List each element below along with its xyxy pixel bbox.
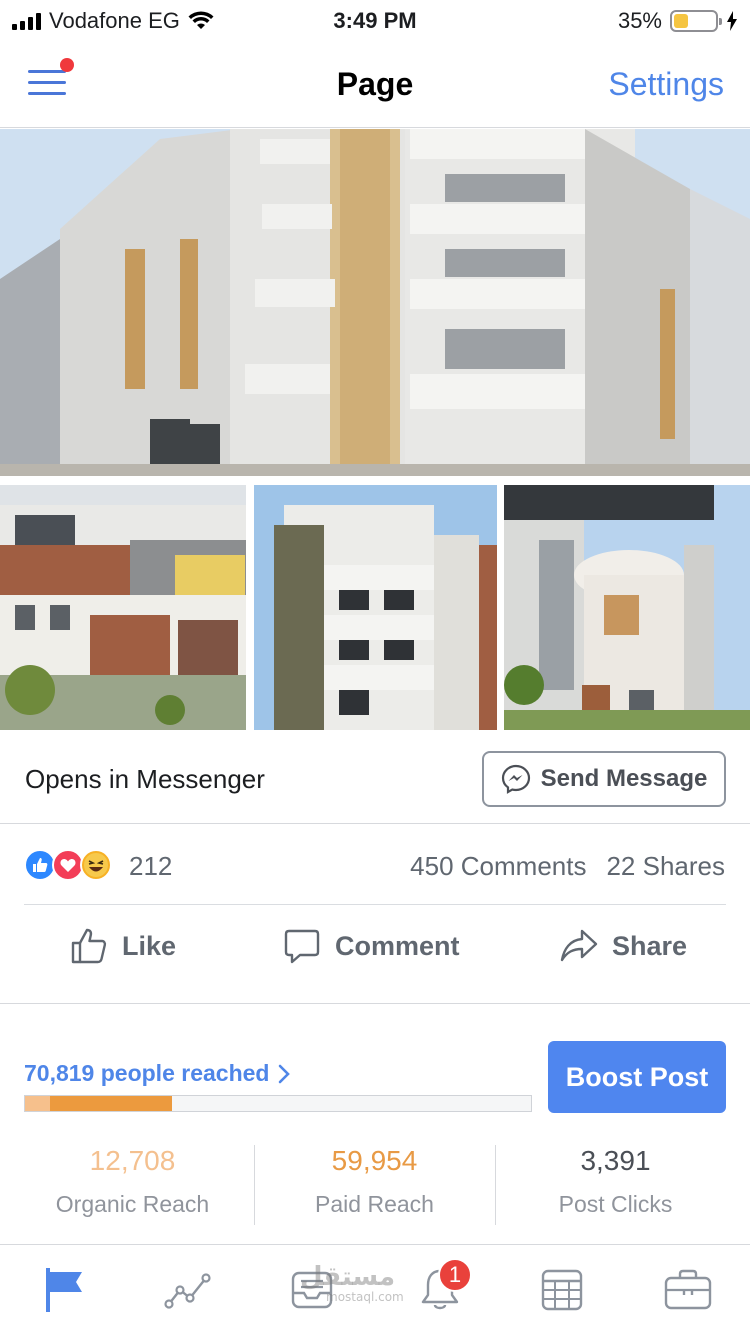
stat-value: 3,391 [580, 1145, 651, 1176]
reach-progress-bar [24, 1095, 532, 1112]
paid-reach-stat: 59,954 Paid Reach [254, 1145, 495, 1218]
post-photo-3[interactable] [254, 485, 497, 730]
send-message-button[interactable]: Send Message [482, 751, 726, 807]
thumbs-up-icon [71, 928, 107, 964]
charging-icon [727, 11, 737, 31]
building-photo [0, 129, 750, 476]
share-button[interactable]: Share [560, 927, 687, 965]
stat-label: Organic Reach [55, 1191, 210, 1217]
comment-icon [284, 929, 320, 964]
shares-count[interactable]: 22 Shares [606, 851, 725, 882]
send-message-label: Send Message [540, 765, 708, 792]
comments-count[interactable]: 450 Comments [410, 851, 586, 882]
reactions-row: 212 450 Comments 22 Shares [0, 825, 750, 905]
insights-icon [164, 1273, 211, 1309]
reactions-count[interactable]: 212 [129, 851, 172, 882]
building-photo [0, 485, 246, 730]
tab-page[interactable] [34, 1264, 94, 1316]
post-photo-4[interactable] [504, 485, 750, 730]
status-right: 35% [618, 8, 738, 34]
watermark: مستقل mostaql.com [300, 1262, 404, 1304]
settings-button[interactable]: Settings [608, 66, 724, 103]
nav-bar: Page Settings [0, 40, 750, 128]
post-clicks-stat: 3,391 Post Clicks [495, 1145, 736, 1218]
organic-reach-stat: 12,708 Organic Reach [12, 1145, 253, 1218]
like-label: Like [122, 930, 177, 961]
watermark-text: مستقل [300, 1262, 396, 1292]
tab-calendar[interactable] [532, 1264, 592, 1316]
post-photo-2[interactable] [0, 485, 246, 730]
status-bar: Vodafone EG 3:49 PM 35% [0, 0, 750, 40]
messenger-icon [501, 764, 530, 794]
stat-value: 12,708 [89, 1145, 176, 1176]
people-reached-text: 70,819 people reached [24, 1060, 270, 1086]
share-icon [560, 929, 598, 962]
reaction-icons[interactable] [24, 849, 112, 881]
tab-tools[interactable] [658, 1264, 718, 1316]
tab-insights[interactable] [158, 1264, 218, 1316]
stat-label: Paid Reach [315, 1191, 434, 1217]
battery-fill [674, 14, 688, 28]
watermark-sub: mostaql.com [326, 1290, 404, 1304]
tab-notifications[interactable]: 1 [410, 1258, 472, 1316]
briefcase-icon [664, 1269, 712, 1310]
like-button[interactable]: Like [70, 927, 176, 965]
organic-reach-fill [25, 1096, 51, 1111]
battery-percent: 35% [617, 8, 662, 33]
stat-value: 59,954 [331, 1145, 418, 1176]
building-photo [254, 485, 497, 730]
calendar-icon [541, 1269, 583, 1311]
messenger-row: Opens in Messenger Send Message [0, 731, 750, 824]
boost-post-button[interactable]: Boost Post [548, 1041, 726, 1113]
notification-badge: 1 [438, 1258, 472, 1292]
messenger-text: Opens in Messenger [25, 764, 265, 794]
post-actions: Like Comment Share [0, 905, 750, 1004]
paid-reach-fill [50, 1096, 172, 1111]
post-photo-main[interactable] [0, 129, 750, 476]
share-label: Share [612, 930, 688, 961]
chevron-right-icon [279, 1064, 291, 1083]
stat-label: Post Clicks [558, 1191, 673, 1217]
haha-reaction-icon [80, 849, 112, 881]
battery-icon [670, 10, 722, 32]
flag-icon [46, 1268, 82, 1312]
people-reached-link[interactable]: 70,819 people reached [24, 1060, 291, 1087]
post-insights: 70,819 people reached Boost Post 12,708 … [0, 1005, 750, 1245]
comment-label: Comment [335, 930, 460, 961]
engagement-counts: 450 Comments 22 Shares [410, 851, 725, 882]
building-photo [504, 485, 750, 730]
comment-button[interactable]: Comment [283, 927, 460, 965]
